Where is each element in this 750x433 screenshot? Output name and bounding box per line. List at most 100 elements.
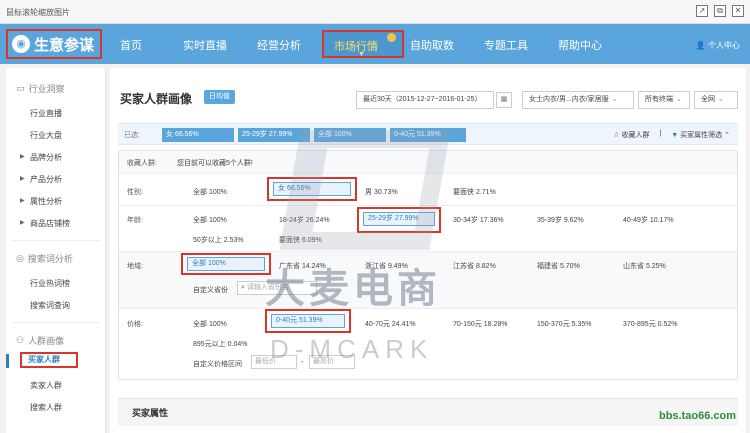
price-150-370[interactable]: 150-370元 5.35% (537, 319, 591, 329)
sidebar-item-industry-live[interactable]: 行业直播 (30, 108, 62, 119)
price-all[interactable]: 全部 100% (193, 319, 227, 329)
selected-chip-gender[interactable]: 女 66.56% (162, 128, 234, 142)
price-40-70[interactable]: 40-70元 24.41% (365, 319, 416, 329)
nav-home[interactable]: 首页 (120, 37, 142, 53)
selected-label: 已选: (124, 132, 140, 139)
price-label: 价格: (127, 321, 143, 328)
sidebar: ▭ 行业洞察 行业直播 行业大盘 ▶ 品牌分析 ▶ 产品分析 ▶ 属性分析 ▶ … (6, 68, 106, 433)
calendar-icon[interactable]: ▦ (496, 92, 512, 108)
gender-label: 性别: (127, 189, 143, 196)
custom-province-label: 自定义省份 (193, 287, 228, 294)
chevron-up-icon: ⌃ (724, 132, 730, 139)
logo[interactable]: ◉ 生意参谋 (6, 29, 102, 59)
nav-market[interactable]: 市场行情 ▼ (322, 30, 404, 58)
nav-business[interactable]: 经营分析 (257, 37, 301, 53)
collected-label: 收藏人群: (127, 160, 157, 167)
region-fujian[interactable]: 福建省 5.70% (537, 261, 580, 271)
gender-all[interactable]: 全部 100% (193, 187, 227, 197)
chevron-down-icon: ⌄ (611, 96, 618, 103)
nav-help[interactable]: 帮助中心 (558, 37, 602, 53)
window-titlebar: 鼠标滚轮缩放图片 ↗ ⧉ ✕ (0, 0, 750, 24)
nav-market-label: 市场行情 (334, 41, 378, 53)
user-center[interactable]: 👤 个人中心 (696, 40, 740, 51)
sidebar-section-label: 行业洞察 (28, 84, 65, 94)
user-icon: 👤 (695, 41, 706, 50)
site-watermark: bbs.tao66.com (658, 410, 736, 422)
region-all[interactable]: 全部 100% (187, 257, 265, 271)
collect-people-button[interactable]: ☆ 收藏人群 (613, 130, 649, 140)
popout-button[interactable]: ↗ (696, 5, 708, 17)
sidebar-item-rank[interactable]: 商品店铺榜 (30, 218, 70, 229)
sidebar-item-hotwords[interactable]: 行业热词榜 (30, 278, 70, 289)
price-70-150[interactable]: 70-150元 18.28% (453, 319, 507, 329)
sidebar-item-sellers[interactable]: 卖家人群 (30, 380, 62, 391)
sidebar-divider (12, 240, 100, 241)
collected-hint: 您目前可以收藏5个人群! (177, 160, 253, 167)
watermark-subtext: D-MCARK (270, 334, 434, 364)
close-button[interactable]: ✕ (732, 5, 744, 17)
price-370-895[interactable]: 370-895元 0.52% (623, 319, 677, 329)
date-range-select[interactable]: 最近30天（2015-12-27~2016-01-25） (356, 91, 494, 109)
search-icon: ⌕ (241, 284, 245, 291)
expand-arrow-icon: ▶ (20, 198, 25, 204)
sidebar-item-searchers[interactable]: 搜索人群 (30, 402, 62, 413)
main-content: 买家人群画像 日均值 最近30天（2015-12-27~2016-01-25） … (110, 68, 746, 433)
nav-tools[interactable]: 专题工具 (484, 37, 528, 53)
active-indicator (6, 354, 9, 368)
sidebar-section-label: 人群画像 (28, 336, 65, 346)
gender-unknown[interactable]: 要面侠 2.71% (453, 187, 496, 197)
region-jiangsu[interactable]: 江苏省 8.82% (453, 261, 496, 271)
sidebar-section-industry: ▭ 行业洞察 (16, 82, 65, 95)
logo-text: 生意参谋 (34, 36, 95, 54)
date-range-value: 最近30天（2015-12-27~2016-01-25） (363, 96, 482, 103)
user-center-label: 个人中心 (708, 41, 740, 50)
price-0-40[interactable]: 0-40元 51.39% (271, 314, 345, 328)
age-30-34[interactable]: 30-34岁 17.36% (453, 215, 504, 225)
chevron-down-icon: ⌄ (718, 96, 724, 103)
expand-arrow-icon: ▶ (20, 220, 25, 226)
expand-arrow-icon: ▶ (20, 154, 25, 160)
users-icon: ⚇ (16, 335, 25, 345)
sidebar-item-industry-market[interactable]: 行业大盘 (30, 130, 62, 141)
new-badge-icon (387, 33, 396, 42)
sidebar-section-label: 搜索词分析 (27, 254, 73, 264)
chevron-down-icon: ⌄ (676, 96, 682, 103)
sidebar-section-people: ⚇ 人群画像 (16, 334, 64, 347)
region-shandong[interactable]: 山东省 5.25% (623, 261, 666, 271)
sidebar-section-search: ◎ 搜索词分析 (16, 252, 73, 265)
window-title: 鼠标滚轮缩放图片 (6, 8, 70, 17)
category-select[interactable]: 女士内衣/男...内衣/家居服 ⌄ (522, 91, 634, 109)
terminal-value: 所有终端 (645, 96, 673, 103)
top-nav: ◉ 生意参谋 首页 实时直播 经营分析 市场行情 ▼ 自助取数 专题工具 帮助中… (0, 24, 750, 64)
buyer-filter-button[interactable]: ▼ 买家属性筛选 ⌃ (671, 130, 730, 140)
age-50-plus[interactable]: 50岁以上 2.53% (193, 235, 244, 245)
monitor-icon: ▭ (16, 83, 25, 93)
star-icon: ☆ (613, 132, 620, 139)
region-label: 地域: (127, 263, 143, 270)
custom-price-label: 自定义价格区间 (193, 361, 242, 368)
sidebar-item-buyers[interactable]: 买家人群 (20, 352, 78, 368)
age-40-49[interactable]: 40-49岁 10.17% (623, 215, 674, 225)
buyer-attributes-section: 买家属性 (118, 398, 738, 426)
filter-icon: ▼ (671, 132, 679, 139)
watermark-logo (279, 130, 451, 250)
nav-data[interactable]: 自助取数 (410, 37, 454, 53)
sidebar-item-search-query[interactable]: 搜索词查询 (30, 300, 70, 311)
expand-arrow-icon: ▶ (20, 176, 25, 182)
page-title: 买家人群画像 (120, 92, 193, 106)
sidebar-item-product[interactable]: 产品分析 (30, 174, 62, 185)
age-35-39[interactable]: 35-39岁 9.62% (537, 215, 584, 225)
nav-live[interactable]: 实时直播 (183, 37, 227, 53)
region-select[interactable]: 全网 ⌄ (694, 91, 738, 109)
separator: | (659, 130, 662, 137)
caret-down-icon: ▼ (358, 51, 365, 58)
price-895-plus[interactable]: 895元以上 0.04% (193, 339, 247, 349)
age-all[interactable]: 全部 100% (193, 215, 227, 225)
sidebar-item-attribute[interactable]: 属性分析 (30, 196, 62, 207)
restore-button[interactable]: ⧉ (714, 5, 726, 17)
terminal-select[interactable]: 所有终端 ⌄ (638, 91, 690, 109)
collect-label: 收藏人群 (621, 132, 650, 139)
category-value: 女士内衣/男...内衣/家居服 (529, 96, 609, 103)
eye-icon: ◎ (16, 253, 24, 263)
sidebar-item-brand[interactable]: 品牌分析 (30, 152, 62, 163)
